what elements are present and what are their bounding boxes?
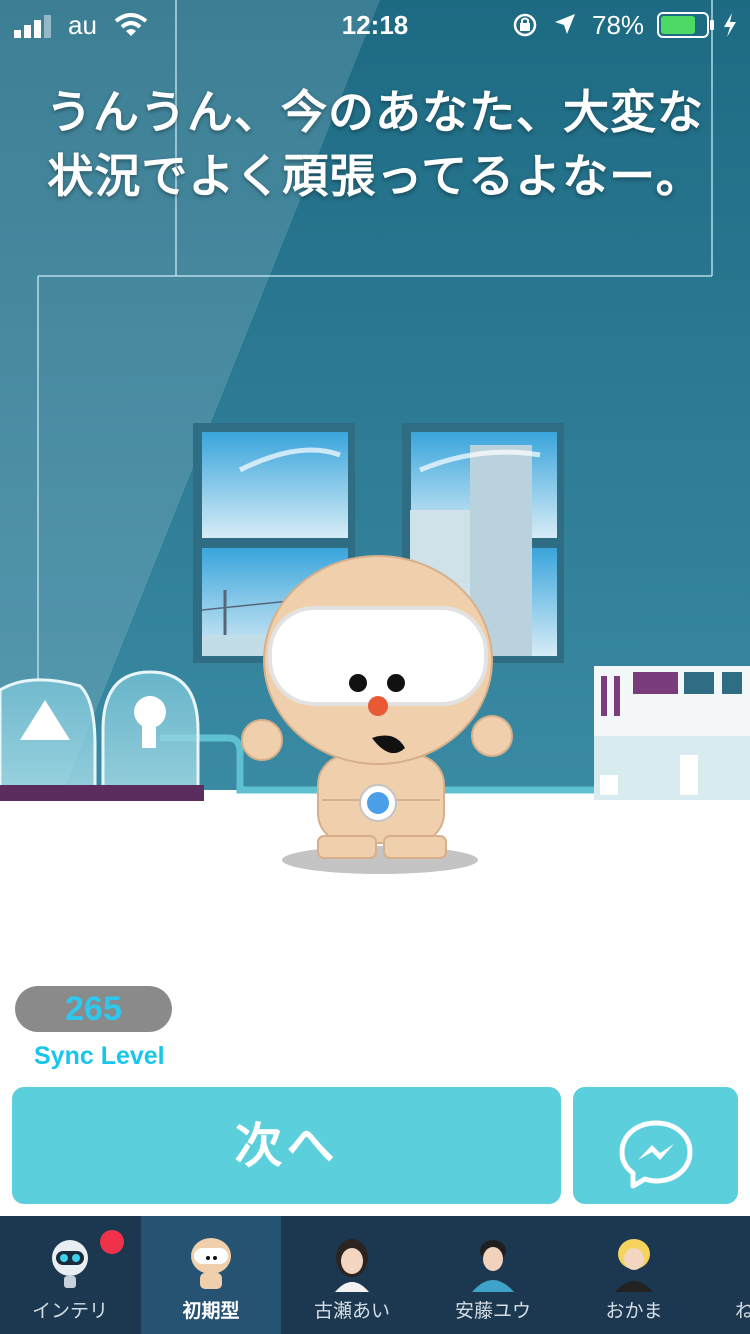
- messenger-button[interactable]: [573, 1087, 738, 1204]
- location-arrow-icon: [553, 12, 577, 43]
- battery-percent: 78%: [592, 10, 645, 40]
- avatar-girl-icon: [335, 1239, 369, 1292]
- charging-bolt-icon: [722, 13, 738, 44]
- notification-badge: [100, 1230, 124, 1254]
- avatar-boy-icon: [472, 1240, 514, 1292]
- tab-bar: インテリ 初期型 古瀬あい 安藤ユウ おかま ね: [0, 1216, 750, 1334]
- tab-label: 安藤ユウ: [454, 1300, 531, 1322]
- messenger-icon: [619, 1120, 692, 1188]
- next-button[interactable]: 次へ: [12, 1087, 561, 1204]
- tab-okama[interactable]: おかま: [564, 1216, 704, 1334]
- tab-furuse-ai[interactable]: 古瀬あい: [282, 1216, 422, 1334]
- tab-more[interactable]: ね: [705, 1216, 750, 1334]
- bot-message: うんうん、今のあなた、大変な状況でよく頑張ってるよなー。: [46, 85, 704, 203]
- tab-label: 初期型: [182, 1300, 240, 1322]
- tab-ando-yu[interactable]: 安藤ユウ: [423, 1216, 563, 1334]
- status-bar: au 12:18 78%: [0, 0, 750, 50]
- tab-label: ね: [735, 1300, 750, 1322]
- control-panel: [594, 666, 750, 800]
- avatar-blonde-icon: [615, 1239, 653, 1292]
- tab-label: おかま: [605, 1300, 663, 1322]
- tab-interi[interactable]: インテリ: [0, 1216, 140, 1334]
- orientation-lock-icon: [512, 12, 538, 45]
- capsule-left: [0, 678, 100, 801]
- battery-icon: [657, 12, 715, 45]
- capsule-middle: [98, 670, 204, 801]
- sync-level-value: 265: [15, 986, 172, 1032]
- mascot-icon: [191, 1238, 231, 1289]
- robot-icon: [52, 1240, 88, 1288]
- tab-label: インテリ: [31, 1300, 108, 1322]
- sync-level-label: Sync Level: [34, 1042, 165, 1070]
- tab-shokigata[interactable]: 初期型: [141, 1216, 281, 1334]
- tab-label: 古瀬あい: [313, 1300, 390, 1322]
